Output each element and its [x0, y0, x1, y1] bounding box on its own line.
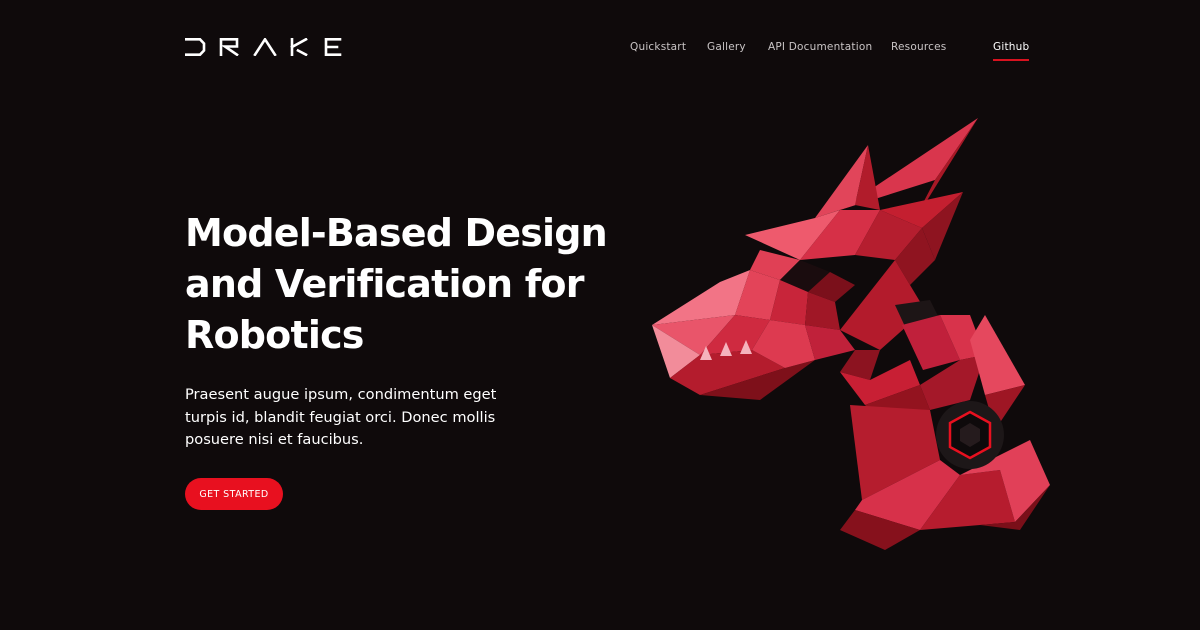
hero-description: Praesent augue ipsum, condimentum eget t…	[185, 386, 497, 448]
nav-resources[interactable]: Resources	[891, 40, 946, 54]
nav-github-label: Github	[993, 41, 1030, 53]
hero-title: Model-Based Design and Verification for …	[185, 211, 608, 357]
landing-page: Quickstart Gallery API Documentation Res…	[0, 0, 1200, 630]
top-navigation: Quickstart Gallery API Documentation Res…	[0, 40, 1200, 70]
nav-github[interactable]: Github	[993, 40, 1030, 61]
low-poly-dragon-robot-icon	[640, 110, 1060, 560]
nav-api-documentation[interactable]: API Documentation	[768, 40, 872, 54]
nav-quickstart[interactable]: Quickstart	[630, 40, 686, 54]
nav-gallery[interactable]: Gallery	[707, 40, 746, 54]
get-started-button[interactable]: GET STARTED	[185, 478, 283, 510]
active-nav-underline	[993, 59, 1030, 61]
